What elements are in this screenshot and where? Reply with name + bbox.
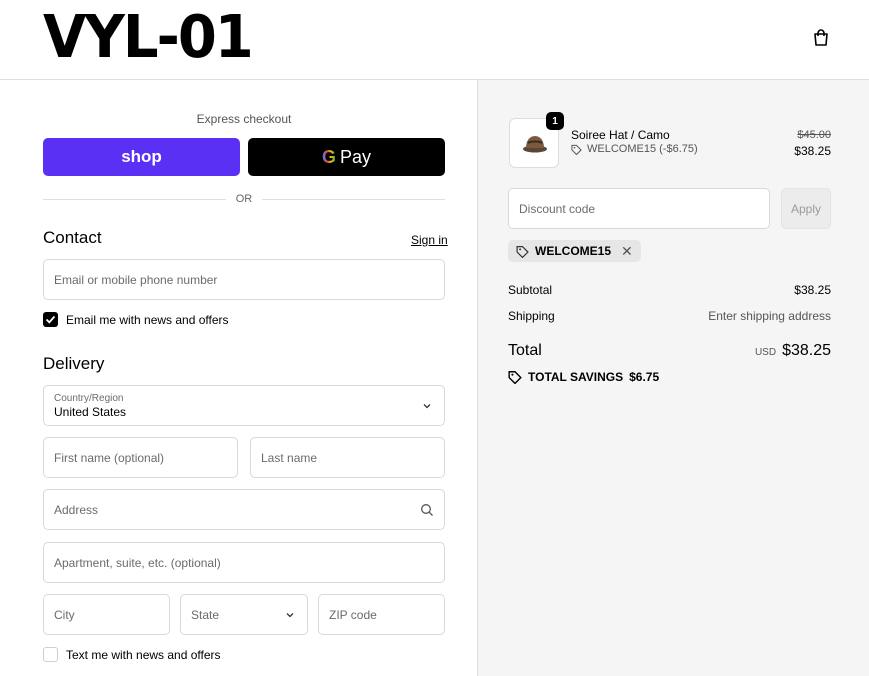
email-news-checkbox[interactable] [43,312,58,327]
or-label: OR [235,193,253,205]
savings-value: $6.75 [629,370,660,384]
contact-title: Contact [43,228,102,247]
delivery-title: Delivery [43,354,105,373]
express-checkout-title: Express checkout [196,112,292,126]
or-divider: OR [43,192,445,206]
email-placeholder: Email or mobile phone number [54,273,218,287]
google-pay-button[interactable]: G Pay [248,138,445,176]
text-news-label: Text me with news and offers [66,647,221,662]
tag-icon [571,144,582,155]
google-pay-label: Pay [339,146,372,167]
checkout-form: Express checkout shop G Pay OR Contact S… [0,80,477,676]
text-news-checkbox[interactable] [43,647,58,662]
savings-label: TOTAL SAVINGS [528,370,624,384]
email-news-label: Email me with news and offers [66,312,229,327]
city-field[interactable]: City [43,594,170,635]
discount-code-placeholder: Discount code [519,202,596,216]
state-select[interactable]: State [180,594,308,635]
currency-code: USD [754,347,777,358]
email-news-option[interactable]: Email me with news and offers [43,312,229,327]
last-name-placeholder: Last name [261,451,318,465]
search-icon [421,504,433,516]
divider-line [43,198,226,200]
country-value: United States [54,405,127,419]
chevron-down-icon [286,613,294,618]
first-name-field[interactable]: First name (optional) [43,437,238,478]
subtotal-label: Subtotal [508,283,553,297]
first-name-placeholder: First name (optional) [54,451,165,465]
state-placeholder: State [191,608,220,622]
zip-field[interactable]: ZIP code [318,594,445,635]
apartment-field[interactable]: Apartment, suite, etc. (optional) [43,542,445,583]
total-value: $38.25 [782,342,831,359]
city-placeholder: City [54,608,75,622]
chevron-down-icon [423,404,431,409]
subtotal-value: $38.25 [794,283,831,297]
checkmark-icon [45,315,56,324]
brand-logo[interactable]: VYL-01 [43,6,254,70]
country-label: Country/Region [54,393,124,404]
product-discount-text: WELCOME15 (-$6.75) [587,143,698,155]
shopping-bag-icon[interactable] [811,28,831,48]
shipping-row: Shipping Enter shipping address [508,309,831,323]
text-news-option[interactable]: Text me with news and offers [43,647,221,662]
country-select[interactable]: Country/Region United States [43,385,445,426]
last-name-field[interactable]: Last name [250,437,445,478]
apply-button[interactable]: Apply [781,188,831,229]
address-field[interactable]: Address [43,489,445,530]
product-discount: WELCOME15 (-$6.75) [571,143,698,155]
final-price: $38.25 [794,144,831,158]
shop-pay-button[interactable]: shop [43,138,240,176]
original-price: $45.00 [797,129,831,141]
discount-code-field[interactable]: Discount code [508,188,770,229]
divider-line [262,198,445,200]
google-g-icon: G [321,146,336,167]
address-placeholder: Address [54,503,99,517]
total-label: Total [508,342,542,359]
shipping-label: Shipping [508,309,555,323]
email-field[interactable]: Email or mobile phone number [43,259,445,300]
sign-in-link[interactable]: Sign in [411,233,448,247]
shipping-value: Enter shipping address [708,309,831,323]
subtotal-row: Subtotal $38.25 [508,283,831,297]
tag-icon [516,245,529,258]
applied-discount-chip: WELCOME15 ✕ [508,240,641,262]
zip-placeholder: ZIP code [329,608,377,622]
header: VYL-01 [0,0,869,80]
shop-pay-label: shop [121,147,162,166]
total-row: Total USD $38.25 [508,342,831,360]
order-summary: 1 Soiree Hat / Camo WELCOME15 (-$6.75) $… [477,80,869,676]
total-savings: TOTAL SAVINGS $6.75 [508,370,659,384]
applied-code-label: WELCOME15 [535,244,612,258]
remove-discount-icon[interactable]: ✕ [621,243,633,260]
quantity-badge: 1 [546,112,564,130]
product-name: Soiree Hat / Camo [571,128,670,142]
tag-icon [508,371,522,384]
apartment-placeholder: Apartment, suite, etc. (optional) [54,556,221,570]
